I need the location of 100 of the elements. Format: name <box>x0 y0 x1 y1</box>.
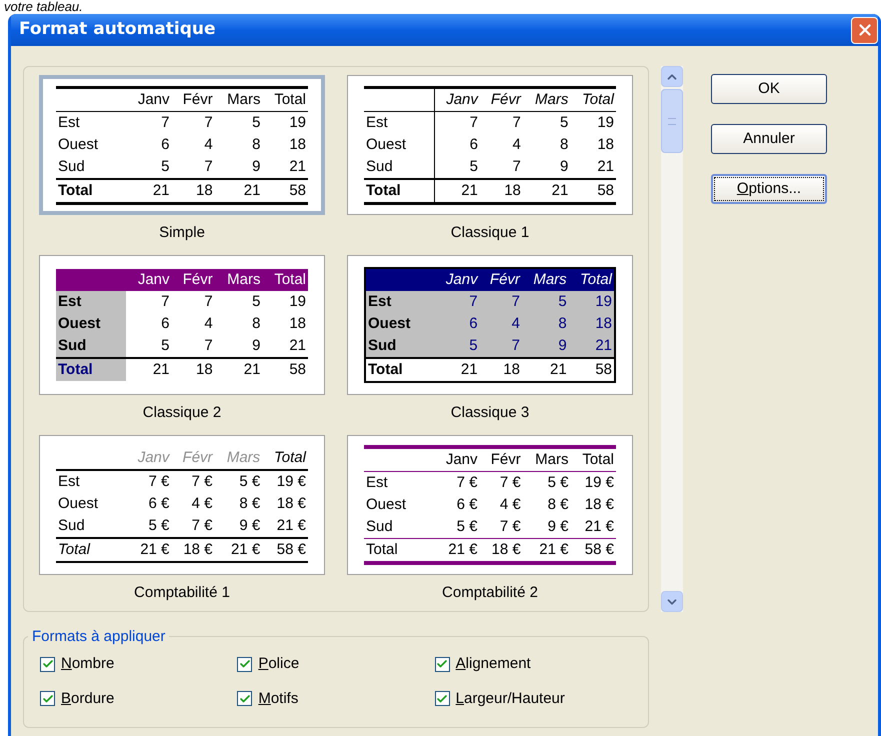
page-text: votre tableau. <box>4 0 83 14</box>
checkbox[interactable] <box>434 656 450 672</box>
row-label: Ouest <box>56 313 126 335</box>
format-preview[interactable]: Janv Févr Mars Total Est 7 7 5 19 Ouest 6 4 8 18 Sud 5 7 9 21 Total 21 18 21 58 <box>347 75 633 215</box>
format-name: Comptabilité 1 <box>134 583 230 603</box>
table-cell: 58 <box>262 358 308 381</box>
row-label: Ouest <box>57 134 100 154</box>
table-cell-text: 4 € <box>498 495 522 515</box>
checkbox-label: Nombre <box>61 654 114 674</box>
table-cell: 7 <box>434 111 480 134</box>
check-icon <box>436 692 448 705</box>
column-header: Mars <box>214 269 262 291</box>
check-icon <box>238 692 251 705</box>
table-cell: 21 <box>522 358 569 382</box>
table-cell: 19 <box>570 111 616 134</box>
table-cell: 18 <box>172 178 215 203</box>
dialog-button[interactable]: Annuler <box>711 124 827 154</box>
table-cell: 7 € <box>434 472 480 494</box>
table-cell: 21 <box>262 335 308 358</box>
table-cell: 21 € <box>570 516 616 538</box>
table-cell: 9 <box>214 335 262 358</box>
column-header: Févr <box>171 447 215 470</box>
dialog-button[interactable]: Options... <box>711 174 827 204</box>
column-header: Mars <box>214 87 262 111</box>
table-cell: 21 <box>522 178 570 203</box>
checkbox[interactable] <box>237 691 252 706</box>
row-label: Total <box>56 178 126 203</box>
column-header: Janv <box>434 87 480 111</box>
column-header: Mars <box>522 447 570 472</box>
checkbox[interactable] <box>40 656 55 672</box>
row-label: Ouest <box>364 134 434 156</box>
format-preview[interactable]: Janv Févr Mars Total Est 7 7 5 19 Ouest 6 4 8 18 Sud 5 7 9 21 Total 21 18 21 58 <box>39 255 325 395</box>
table-cell-text: 6 € <box>148 494 170 514</box>
column-header: Janv <box>126 87 172 111</box>
table-cell: 5 <box>126 156 172 178</box>
row-label: Est <box>365 291 435 313</box>
scroll-up-button[interactable] <box>661 66 683 87</box>
format-name: Classique 2 <box>142 403 222 423</box>
format-preview[interactable]: Janv Févr Mars Total Est 7 7 5 19 Ouest 6 4 8 18 Sud 5 7 9 21 Total 21 18 21 58 <box>39 75 325 215</box>
table-cell: 21 <box>435 358 480 382</box>
checkbox[interactable] <box>40 691 55 706</box>
check-icon <box>42 692 54 705</box>
row-label: Ouest <box>365 495 408 515</box>
checkbox-label: Largeur/Hauteur <box>456 688 565 708</box>
row-label: Ouest <box>57 494 100 514</box>
table-cell: 21 <box>568 335 615 358</box>
table-cell: 21 € <box>434 538 480 563</box>
table-cell: 7 <box>480 156 523 178</box>
format-preview[interactable]: Janv Févr Mars Total Est 7 € 7 € 5 € 19 € Ouest 6 € 4 € 8 € 18 € Sud 5 € 7 € 9 € 21 € Total 21 € 18 € 21 € 58 € <box>347 435 633 575</box>
table-cell: 19 € <box>570 472 616 494</box>
format-name: Classique 3 <box>450 403 530 423</box>
row-label: Est <box>56 291 126 313</box>
table-cell-text: 6 <box>160 134 170 154</box>
checkbox[interactable] <box>237 656 252 672</box>
format-preview[interactable]: Janv Févr Mars Total Est 7 7 5 19 Ouest 6 4 8 18 Sud 5 7 9 21 Total 21 18 21 58 <box>347 255 633 395</box>
close-button[interactable] <box>851 16 878 44</box>
scroll-down-button[interactable] <box>661 591 683 612</box>
table-cell-text: 4 <box>203 314 214 334</box>
scrollbar[interactable] <box>661 66 683 612</box>
table-cell: 21 € <box>262 515 308 538</box>
table-cell: 7 € <box>480 516 523 538</box>
table-cell: 5 € <box>434 516 480 538</box>
table-cell-text: 8 <box>558 134 570 154</box>
column-header: Févr <box>480 87 523 111</box>
column-header: Févr <box>480 447 523 472</box>
table-cell: 7 € <box>126 470 172 493</box>
table-cell: 9 € <box>522 516 570 538</box>
column-header: Févr <box>480 268 522 291</box>
table-cell: 21 € <box>522 538 570 563</box>
table-cell-text: 18 <box>596 134 615 154</box>
table-cell: 7 <box>126 291 172 313</box>
row-label: Est <box>364 111 434 134</box>
format-preview[interactable]: Janv Févr Mars Total Est 7 € 7 € 5 € 19 € Ouest 6 € 4 € 8 € 18 € Sud 5 € 7 € 9 € 21 € Total 21 € 18 € 21 € 58 € <box>39 435 325 575</box>
row-label: Sud <box>364 516 434 538</box>
table-cell: 5 <box>434 156 480 178</box>
column-header: Total <box>570 447 616 472</box>
row-label: Sud <box>365 335 435 358</box>
checkbox[interactable] <box>434 691 450 706</box>
table-cell: 7 <box>126 111 172 134</box>
format-name: Simple <box>159 223 205 243</box>
table-cell: 19 € <box>262 470 308 493</box>
column-header: Total <box>568 268 615 291</box>
check-icon <box>238 658 251 670</box>
checkbox-label: Police <box>258 654 300 674</box>
column-header: Total <box>262 87 308 111</box>
checkbox-label: Alignement <box>456 654 531 674</box>
column-header: Janv <box>126 447 172 470</box>
table-cell: 9 <box>522 335 569 358</box>
table-cell: 21 <box>214 358 262 381</box>
scroll-thumb[interactable] <box>661 89 683 153</box>
column-header: Mars <box>522 268 569 291</box>
table-cell: 9 <box>214 156 262 178</box>
table-cell: 18 € <box>171 538 215 562</box>
dialog-button[interactable]: OK <box>711 74 827 104</box>
table-cell: 5 € <box>522 472 570 494</box>
table-cell: 7 <box>172 291 215 313</box>
table-cell: 7 <box>480 111 523 134</box>
table-cell: 21 <box>126 178 172 203</box>
table-cell-text: 4 <box>512 134 522 154</box>
table-cell-text: 6 € <box>456 495 478 515</box>
